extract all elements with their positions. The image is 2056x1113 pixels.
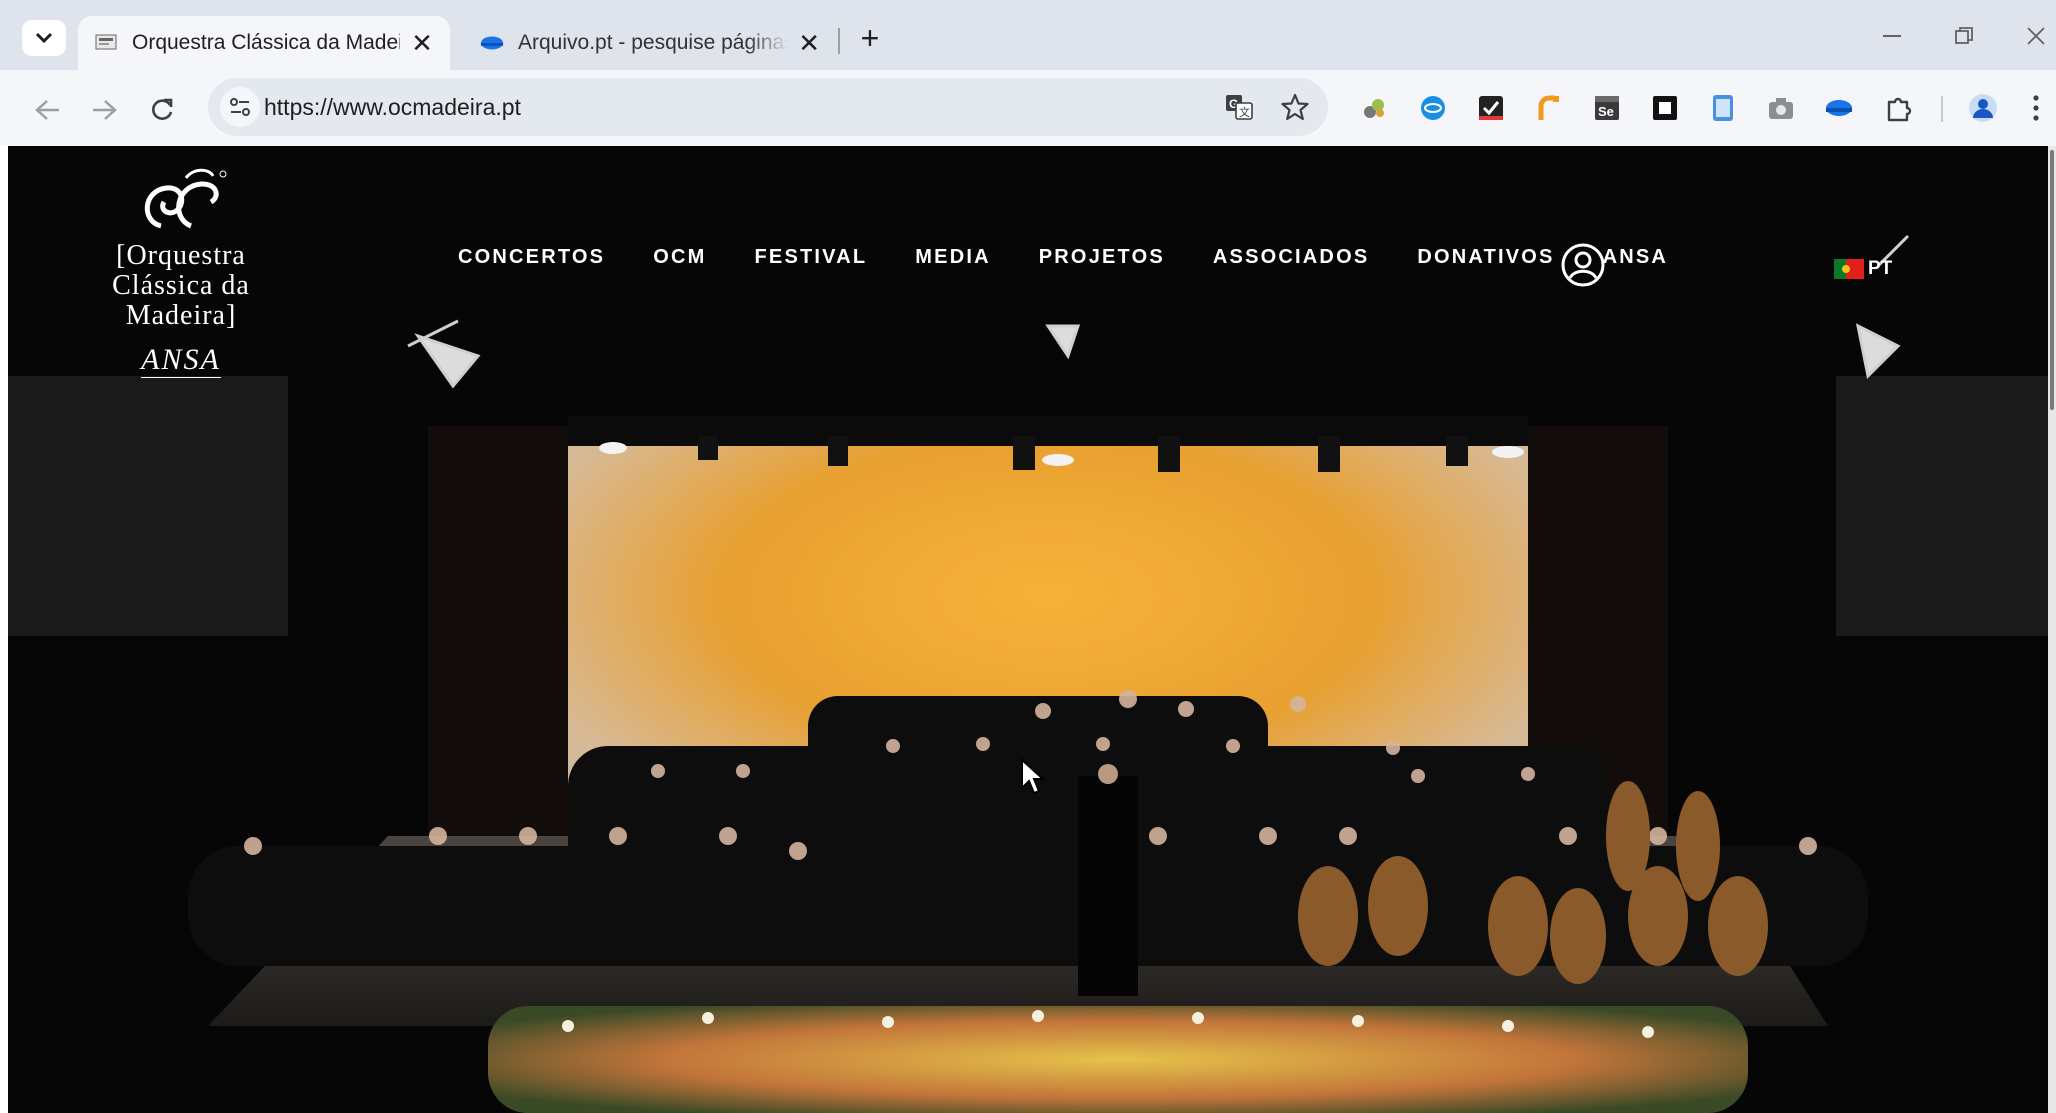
tab-search-button[interactable] — [22, 20, 66, 56]
extension-6-icon[interactable] — [1650, 93, 1680, 123]
orchestra-hero-image — [8, 146, 2056, 1113]
tab-ocm[interactable]: Orquestra Clássica da Madeira ✕ — [78, 16, 450, 70]
language-selector[interactable]: PT — [1834, 258, 1892, 280]
address-bar[interactable]: https://www.ocmadeira.pt G文 — [208, 78, 1328, 136]
portugal-flag-icon — [1834, 259, 1864, 279]
user-account-icon[interactable] — [1560, 242, 1606, 288]
browser-tab-strip: Orquestra Clássica da Madeira ✕ Arquivo.… — [0, 0, 2056, 70]
browser-toolbar: https://www.ocmadeira.pt G文 — [0, 70, 2056, 146]
nav-media[interactable]: MEDIA — [915, 246, 990, 269]
tab-separator — [838, 28, 840, 54]
restore-icon[interactable] — [1944, 18, 1984, 54]
extension-1-icon[interactable] — [1360, 93, 1390, 123]
language-code: PT — [1868, 258, 1893, 279]
close-tab-icon[interactable]: ✕ — [798, 28, 820, 58]
svg-text:文: 文 — [1239, 105, 1250, 119]
nav-concertos[interactable]: CONCERTOS — [458, 246, 605, 269]
close-tab-icon[interactable]: ✕ — [410, 28, 434, 58]
bookmark-star-icon[interactable] — [1280, 92, 1310, 122]
logo-line-2: Clássica da — [112, 270, 250, 301]
web-page: [Orquestra Clássica da Madeira] ANSA CON… — [8, 146, 2056, 1113]
minimize-icon[interactable] — [1872, 18, 1912, 54]
back-icon[interactable] — [28, 90, 68, 130]
mouse-cursor-icon — [1021, 758, 1046, 795]
browser-menu-icon[interactable] — [2026, 93, 2046, 123]
ocm-favicon-icon — [94, 31, 118, 55]
logo-line-3: Madeira] — [125, 300, 237, 331]
puzzle-icon[interactable] — [1884, 93, 1914, 123]
selenium-icon[interactable]: Se — [1592, 93, 1622, 123]
nav-projetos[interactable]: PROJETOS — [1039, 246, 1165, 269]
arquivo-favicon-icon — [480, 31, 504, 55]
camera-icon[interactable] — [1766, 93, 1796, 123]
ocm-logo-mark-icon — [144, 168, 227, 229]
extension-2-icon[interactable] — [1418, 93, 1448, 123]
main-navigation: CONCERTOS OCM FESTIVAL MEDIA PROJETOS AS… — [458, 246, 1716, 269]
site-info-icon[interactable] — [220, 87, 260, 127]
extension-3-icon[interactable] — [1476, 93, 1506, 123]
nav-donativos[interactable]: DONATIVOS — [1417, 246, 1554, 269]
translate-icon[interactable]: G文 — [1224, 92, 1254, 122]
profile-avatar-icon[interactable] — [1968, 93, 1998, 123]
chevron-down-icon — [35, 32, 53, 44]
ocm-logo[interactable]: [Orquestra Clássica da Madeira] ANSA — [96, 166, 266, 416]
toolbar-separator — [1941, 96, 1943, 122]
nav-ansa[interactable]: ANSA — [1603, 246, 1668, 269]
forward-icon[interactable] — [84, 90, 124, 130]
extension-7-icon[interactable] — [1708, 93, 1738, 123]
close-window-icon[interactable] — [2016, 18, 2056, 54]
ansa-logo: ANSA — [141, 343, 221, 378]
url-text[interactable]: https://www.ocmadeira.pt — [264, 94, 521, 121]
nav-associados[interactable]: ASSOCIADOS — [1213, 246, 1369, 269]
extension-9-icon[interactable] — [1824, 93, 1854, 123]
nav-festival[interactable]: FESTIVAL — [755, 246, 868, 269]
svg-text:Se: Se — [1598, 104, 1614, 119]
nav-ocm[interactable]: OCM — [653, 246, 706, 269]
logo-line-1: [Orquestra — [116, 240, 246, 271]
page-scrollbar-thumb[interactable] — [2050, 150, 2054, 410]
tab-arquivo[interactable]: Arquivo.pt - pesquise páginas do passado… — [470, 16, 830, 70]
tab-title: Arquivo.pt - pesquise páginas do passado — [518, 31, 789, 54]
extension-4-icon[interactable] — [1534, 93, 1564, 123]
tab-title: Orquestra Clássica da Madeira — [132, 31, 400, 54]
new-tab-button[interactable]: + — [852, 20, 888, 56]
reload-icon[interactable] — [142, 90, 182, 130]
